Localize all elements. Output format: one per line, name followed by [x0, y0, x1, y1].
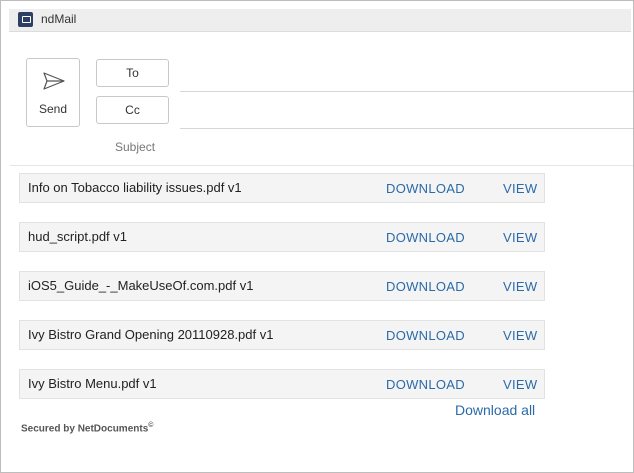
send-label: Send [38, 102, 68, 116]
attachment-row: Ivy Bistro Menu.pdf v1 DOWNLOAD VIEW [19, 369, 545, 399]
attachment-name: hud_script.pdf v1 [28, 229, 128, 244]
download-link[interactable]: DOWNLOAD [386, 279, 465, 294]
view-link[interactable]: VIEW [503, 181, 537, 196]
download-link[interactable]: DOWNLOAD [386, 328, 465, 343]
view-link[interactable]: VIEW [503, 279, 537, 294]
attachment-name: iOS5_Guide_-_MakeUseOf.com.pdf v1 [28, 278, 254, 293]
secured-text: Secured by NetDocuments [21, 423, 149, 435]
download-link[interactable]: DOWNLOAD [386, 377, 465, 392]
view-link[interactable]: VIEW [503, 377, 537, 392]
view-link[interactable]: VIEW [503, 328, 537, 343]
download-link[interactable]: DOWNLOAD [386, 230, 465, 245]
download-link[interactable]: DOWNLOAD [386, 181, 465, 196]
secured-by-footer: Secured by NetDocuments© [21, 422, 153, 434]
subject-label: Subject [115, 140, 156, 154]
attachment-row: Ivy Bistro Grand Opening 20110928.pdf v1… [19, 320, 545, 350]
ndmail-app-icon [18, 12, 33, 27]
registered-mark: © [148, 422, 154, 429]
cc-field[interactable] [180, 128, 633, 129]
to-button[interactable]: To [96, 59, 169, 87]
attachment-row: iOS5_Guide_-_MakeUseOf.com.pdf v1 DOWNLO… [19, 271, 545, 301]
view-link[interactable]: VIEW [503, 230, 537, 245]
cc-button[interactable]: Cc [96, 96, 169, 124]
download-all-link[interactable]: Download all [455, 402, 535, 418]
header-divider [10, 165, 633, 166]
attachment-name: Ivy Bistro Menu.pdf v1 [28, 376, 157, 391]
attachment-name: Info on Tobacco liability issues.pdf v1 [28, 180, 242, 195]
send-arrow-icon [43, 72, 65, 90]
attachment-name: Ivy Bistro Grand Opening 20110928.pdf v1 [28, 327, 274, 342]
attachment-row: hud_script.pdf v1 DOWNLOAD VIEW [19, 222, 545, 252]
window-title: ndMail [41, 12, 77, 26]
title-bar: ndMail [9, 9, 631, 32]
attachment-row: Info on Tobacco liability issues.pdf v1 … [19, 173, 545, 203]
ndmail-window: ndMail Send To Cc Subject Info on Tobacc… [0, 0, 634, 473]
to-field[interactable] [180, 91, 633, 92]
send-button[interactable]: Send [26, 58, 80, 127]
